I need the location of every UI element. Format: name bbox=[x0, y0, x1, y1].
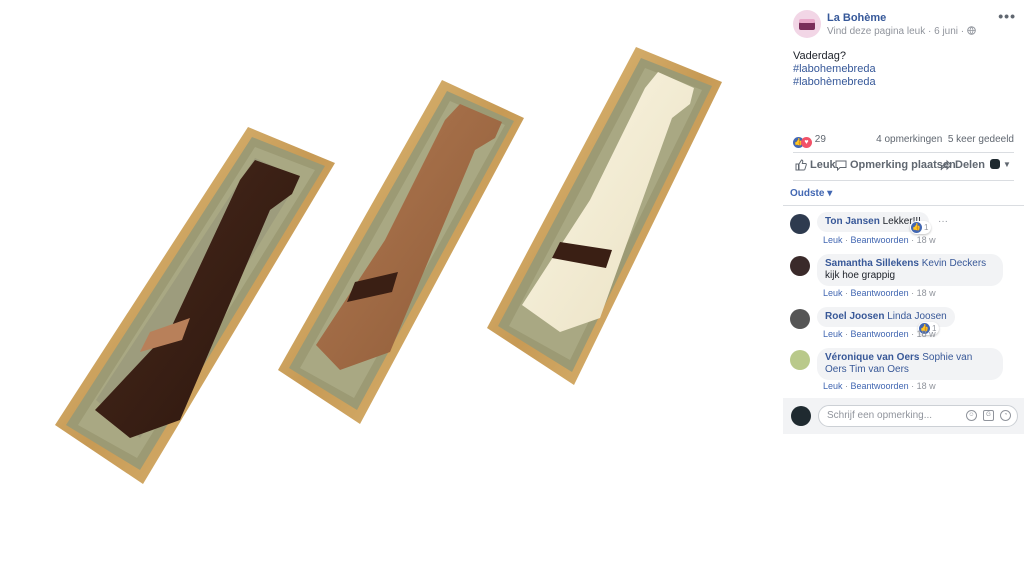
like-button-label: Leuk bbox=[810, 159, 836, 171]
commenter-avatar[interactable] bbox=[790, 350, 810, 370]
emoji-icon[interactable]: ☺ bbox=[966, 410, 977, 421]
comment-meta: Leuk · Beantwoorden · 18 w bbox=[823, 288, 936, 298]
thumbs-up-icon bbox=[795, 159, 807, 171]
hashtag-link[interactable]: #labohèmebreda bbox=[793, 76, 1013, 89]
like-button[interactable]: Leuk bbox=[795, 159, 836, 171]
comment-text: kijk hoe grappig bbox=[825, 270, 896, 281]
comments-shares-summary: 4 opmerkingen 5 keer gedeeld bbox=[876, 134, 1014, 145]
comment-author[interactable]: Véronique van Oers bbox=[825, 352, 919, 363]
comment-options-icon[interactable]: ··· bbox=[938, 216, 948, 227]
comment-reply-link[interactable]: Beantwoorden bbox=[851, 288, 909, 298]
comment-time[interactable]: 18 w bbox=[917, 288, 936, 298]
comment-reply-link[interactable]: Beantwoorden bbox=[851, 381, 909, 391]
hashtag-link[interactable]: #labohemebreda bbox=[793, 63, 1013, 76]
more-options-icon[interactable]: ••• bbox=[998, 8, 1016, 24]
comment-like-link[interactable]: Leuk bbox=[823, 381, 843, 391]
comment-time[interactable]: 18 w bbox=[917, 329, 936, 339]
post-header: La Bohème Vind deze pagina leuk · 6 juni… bbox=[793, 8, 1016, 44]
comment-meta: Leuk · Beantwoorden · 18 w bbox=[823, 381, 936, 391]
comment-meta: Leuk · Beantwoorden · 18 w bbox=[823, 329, 936, 339]
comment-like-link[interactable]: Leuk bbox=[823, 235, 843, 245]
share-button-label: Delen bbox=[955, 159, 985, 171]
divider bbox=[783, 205, 1024, 206]
comment-bubble: Véronique van Oers Sophie van Oers Tim v… bbox=[817, 348, 1003, 380]
comment-reply-link[interactable]: Beantwoorden bbox=[851, 329, 909, 339]
comment-button[interactable]: Opmerking plaatsen bbox=[835, 159, 956, 171]
post-subtitle: Vind deze pagina leuk · 6 juni · bbox=[827, 26, 976, 37]
comments-count-link[interactable]: 4 opmerkingen bbox=[876, 134, 942, 145]
reaction-stats: 👍 ♥ 29 4 opmerkingen 5 keer gedeeld bbox=[793, 134, 1014, 148]
post-text-line: Vaderdag? bbox=[793, 50, 847, 62]
comment-icon bbox=[835, 160, 847, 171]
commenter-avatar[interactable] bbox=[790, 256, 810, 276]
dark-chocolate-tie-box bbox=[55, 127, 335, 484]
post-photo[interactable] bbox=[0, 0, 783, 585]
white-chocolate-tie-box bbox=[487, 47, 722, 385]
page-avatar[interactable] bbox=[793, 10, 821, 38]
love-reaction-icon[interactable]: ♥ bbox=[801, 137, 812, 148]
divider bbox=[793, 152, 1014, 153]
current-user-avatar[interactable] bbox=[791, 406, 811, 426]
like-reaction-icon: 👍 bbox=[911, 222, 922, 233]
gif-icon[interactable]: G bbox=[983, 410, 994, 421]
share-button[interactable]: Delen bbox=[940, 159, 985, 171]
tagged-user-link[interactable]: Kevin Deckers bbox=[922, 258, 986, 269]
milk-chocolate-tie-box bbox=[278, 80, 524, 424]
cake-logo-icon bbox=[799, 19, 815, 30]
comment-like-count: 1 bbox=[924, 223, 929, 232]
comment-sort-dropdown[interactable]: Oudste ▾ bbox=[790, 188, 832, 199]
globe-icon[interactable] bbox=[967, 26, 976, 35]
comment-bubble: Samantha Sillekens Kevin Deckers kijk ho… bbox=[817, 254, 1003, 286]
comment-like-link[interactable]: Leuk bbox=[823, 288, 843, 298]
reaction-count[interactable]: 29 bbox=[815, 134, 826, 145]
comment-like-badge[interactable]: 👍 1 bbox=[910, 221, 932, 234]
comment-input-box[interactable]: ☺ G ◔ bbox=[818, 405, 1018, 427]
comment-composer: ☺ G ◔ bbox=[783, 398, 1024, 434]
chevron-down-icon: ▼ bbox=[1003, 159, 1011, 169]
post-as-selector[interactable]: ▼ bbox=[990, 159, 1011, 169]
comment-author[interactable]: Roel Joosen bbox=[825, 311, 884, 322]
comment-time[interactable]: 18 w bbox=[917, 381, 936, 391]
comment-meta: Leuk · Beantwoorden · 18 w bbox=[823, 235, 936, 245]
page-like-link[interactable]: Vind deze pagina leuk · 6 juni · bbox=[827, 26, 964, 37]
post-panel: La Bohème Vind deze pagina leuk · 6 juni… bbox=[783, 0, 1024, 585]
comment-like-link[interactable]: Leuk bbox=[823, 329, 843, 339]
chocolate-ties-image bbox=[55, 47, 722, 484]
sticker-icon[interactable]: ◔ bbox=[1000, 410, 1011, 421]
tagged-user-link[interactable]: Linda Joosen bbox=[887, 311, 947, 322]
commenter-avatar[interactable] bbox=[790, 309, 810, 329]
profile-avatar-icon bbox=[990, 159, 1000, 169]
comment-reply-link[interactable]: Beantwoorden bbox=[851, 235, 909, 245]
divider bbox=[793, 180, 1014, 181]
comment-author[interactable]: Ton Jansen bbox=[825, 216, 880, 227]
post-message: Vaderdag? #labohemebreda #labohèmebreda bbox=[793, 50, 1013, 89]
commenter-avatar[interactable] bbox=[790, 214, 810, 234]
action-bar: Leuk Opmerking plaatsen Delen ▼ bbox=[793, 158, 1016, 176]
comment-input[interactable] bbox=[825, 409, 969, 422]
comment-time[interactable]: 18 w bbox=[917, 235, 936, 245]
page-name-link[interactable]: La Bohème bbox=[827, 12, 886, 24]
shares-count-link[interactable]: 5 keer gedeeld bbox=[948, 134, 1014, 145]
comment-author[interactable]: Samantha Sillekens bbox=[825, 258, 919, 269]
share-icon bbox=[940, 159, 952, 171]
